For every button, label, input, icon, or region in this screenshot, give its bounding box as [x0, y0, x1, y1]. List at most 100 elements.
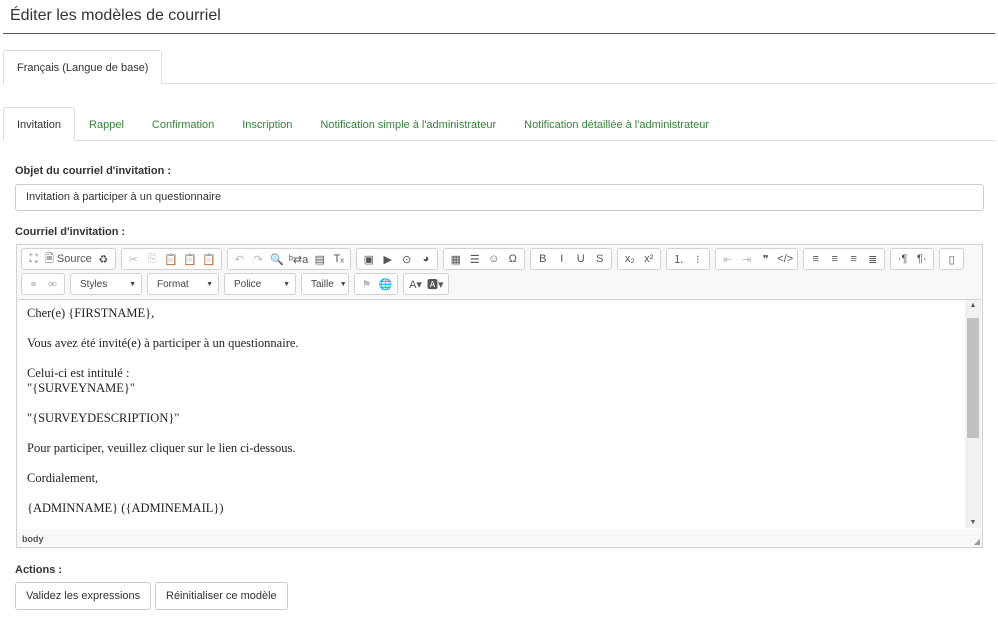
unlink-icon[interactable]: ⚮: [43, 275, 62, 293]
bg-color-icon[interactable]: 🅰▾: [425, 275, 446, 293]
play-icon[interactable]: ⊙: [397, 250, 416, 268]
combo-format[interactable]: Format▼: [147, 273, 219, 295]
replace-icon[interactable]: ᵇ⇄a: [287, 250, 311, 268]
divider: [3, 33, 995, 34]
body-line: [27, 396, 972, 411]
blockquote-icon[interactable]: ❞: [756, 250, 775, 268]
resize-handle-icon[interactable]: ◢: [974, 537, 980, 546]
tab-language-french[interactable]: Français (Langue de base): [3, 50, 162, 84]
subscript-icon[interactable]: x₂: [620, 250, 639, 268]
select-all-icon[interactable]: ▤: [310, 250, 329, 268]
toolbar-group: ⒈⁝: [666, 248, 710, 270]
toolbar-group: ⚭⚮: [21, 273, 65, 295]
body-line: Cordialement,: [27, 471, 972, 486]
body-label: Courriel d'invitation :: [15, 226, 125, 238]
preview-icon[interactable]: ▯: [942, 250, 961, 268]
body-line: "{SURVEYNAME}": [27, 381, 972, 396]
superscript-icon[interactable]: x²: [639, 250, 658, 268]
scroll-up-icon[interactable]: ▲: [965, 302, 981, 309]
special-char-icon[interactable]: Ω: [503, 250, 522, 268]
editor-content[interactable]: Cher(e) {FIRSTNAME}, Vous avez été invit…: [18, 299, 981, 529]
tab-5[interactable]: Notification détaillée à l'administrateu…: [510, 107, 723, 141]
body-line: Cher(e) {FIRSTNAME},: [27, 306, 972, 321]
bulleted-list-icon[interactable]: ⁝: [688, 250, 707, 268]
outdent-icon[interactable]: ⇤: [718, 250, 737, 268]
cut-icon[interactable]: ✂: [124, 250, 143, 268]
underline-icon[interactable]: U: [571, 250, 590, 268]
toolbar-group: A▾🅰▾: [403, 273, 449, 295]
combo-taille[interactable]: Taille▼: [301, 273, 349, 295]
text-color-icon[interactable]: A▾: [406, 275, 425, 293]
find-icon[interactable]: 🔍: [268, 250, 287, 268]
body-line: [27, 351, 972, 366]
smiley-icon[interactable]: ☺: [484, 250, 503, 268]
combo-styles[interactable]: Styles ▼: [70, 273, 142, 295]
chevron-down-icon: ▼: [129, 281, 136, 288]
div-icon[interactable]: </>: [775, 250, 795, 268]
combo-label: Taille: [311, 279, 334, 290]
template-tabs: InvitationRappelConfirmationInscriptionN…: [3, 107, 995, 141]
subject-input[interactable]: Invitation à participer à un questionnai…: [15, 184, 984, 211]
indent-icon[interactable]: ⇥: [737, 250, 756, 268]
link-icon[interactable]: ⚭: [24, 275, 43, 293]
toolbar-group: ·¶¶·: [890, 248, 934, 270]
toolbar-row-2: ⚭⚮Styles▼Format▼Police▼Taille▼⚑🌐A▾🅰▾: [21, 273, 449, 295]
image-icon[interactable]: ▣: [359, 250, 378, 268]
toolbar-group: ⛶🗎 Source♻: [21, 248, 116, 270]
ltr-icon[interactable]: ·¶: [893, 250, 912, 268]
toolbar-group: BIUS: [530, 248, 612, 270]
anchor-icon[interactable]: ⚑: [357, 275, 376, 293]
bold-icon[interactable]: B: [533, 250, 552, 268]
table-icon[interactable]: ▦: [446, 250, 465, 268]
tab-0[interactable]: Invitation: [3, 107, 75, 141]
undo-icon[interactable]: ↶: [230, 250, 249, 268]
combo-label: Styles: [80, 279, 107, 290]
italic-icon[interactable]: I: [552, 250, 571, 268]
toolbar-group: ▦☰☺Ω: [443, 248, 525, 270]
toolbar-group: ↶↷🔍ᵇ⇄a▤Tₓ: [227, 248, 352, 270]
body-line: [27, 321, 972, 336]
justify-icon[interactable]: ≣: [863, 250, 882, 268]
chevron-down-icon: ▼: [206, 281, 213, 288]
body-line: [27, 486, 972, 501]
tab-3[interactable]: Inscription: [228, 107, 306, 141]
redo-icon[interactable]: ↷: [249, 250, 268, 268]
template-icon[interactable]: ♻: [94, 250, 113, 268]
copy-icon[interactable]: ⎘: [143, 250, 162, 268]
align-right-icon[interactable]: ≡: [844, 250, 863, 268]
body-line: Pour participer, veuillez cliquer sur le…: [27, 441, 972, 456]
tab-1[interactable]: Rappel: [75, 107, 138, 141]
language-icon[interactable]: 🌐: [376, 275, 395, 293]
toolbar-group: ⚑🌐: [354, 273, 398, 295]
editor-scrollbar[interactable]: ▲ ▼: [965, 300, 981, 528]
validate-expressions-button[interactable]: Validez les expressions: [15, 582, 151, 610]
align-center-icon[interactable]: ≡: [825, 250, 844, 268]
combo-label: Police: [234, 279, 261, 290]
combo-police[interactable]: Police▼: [224, 273, 296, 295]
flash-icon[interactable]: ◕: [416, 250, 435, 268]
align-left-icon[interactable]: ≡: [806, 250, 825, 268]
paste-word-icon[interactable]: 📋: [200, 250, 219, 268]
rtl-icon[interactable]: ¶·: [912, 250, 931, 268]
tab-2[interactable]: Confirmation: [138, 107, 228, 141]
numbered-list-icon[interactable]: ⒈: [669, 250, 688, 268]
horizontal-rule-icon[interactable]: ☰: [465, 250, 484, 268]
paste-text-icon[interactable]: 📋: [181, 250, 200, 268]
body-line: [27, 456, 972, 471]
body-line: {ADMINNAME} ({ADMINEMAIL}): [27, 501, 972, 516]
scroll-down-icon[interactable]: ▼: [965, 519, 981, 526]
source-icon[interactable]: 🗎 Source: [43, 250, 94, 268]
toolbar-group: ✂⎘📋📋📋: [121, 248, 222, 270]
scrollbar-thumb[interactable]: [967, 318, 979, 438]
page-title: Éditer les modèles de courriel: [10, 7, 221, 25]
reset-template-button[interactable]: Réinitialiser ce modèle: [155, 582, 288, 610]
maximize-icon[interactable]: ⛶: [24, 250, 43, 268]
remove-format-icon[interactable]: Tₓ: [329, 250, 348, 268]
tab-4[interactable]: Notification simple à l'administrateur: [306, 107, 510, 141]
toolbar-row-1: ⛶🗎 Source♻✂⎘📋📋📋↶↷🔍ᵇ⇄a▤Tₓ▣▶⊙◕▦☰☺ΩBIUSx₂x²…: [21, 248, 964, 270]
strike-icon[interactable]: S: [590, 250, 609, 268]
video-icon[interactable]: ▶: [378, 250, 397, 268]
element-path[interactable]: body: [22, 534, 44, 544]
toolbar-group: ≡≡≡≣: [803, 248, 885, 270]
paste-icon[interactable]: 📋: [162, 250, 181, 268]
